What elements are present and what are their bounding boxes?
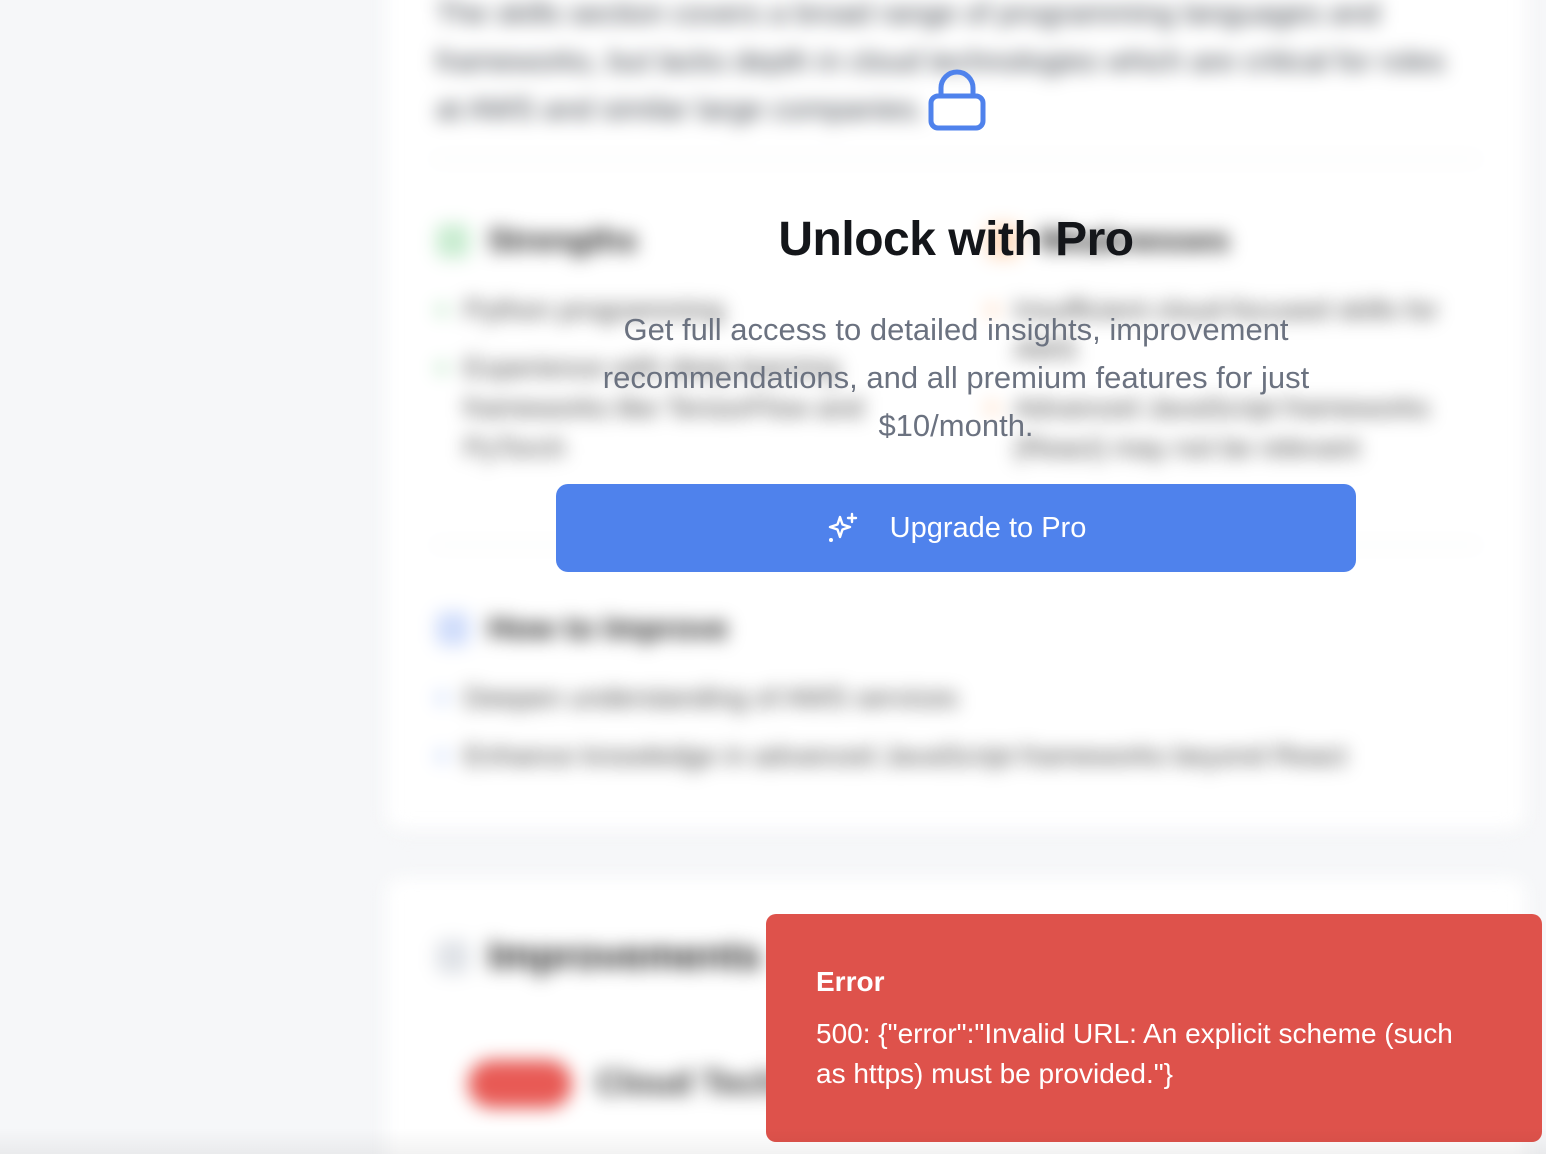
unlock-description: Get full access to detailed insights, im…: [602, 312, 1310, 443]
bottom-shadow: [0, 1128, 1546, 1154]
list-item: Enhance knowledge in advanced JavaScript…: [436, 736, 1476, 776]
upgrade-button-label: Upgrade to Pro: [889, 511, 1087, 544]
priority-pill: [468, 1060, 572, 1108]
sparkles-icon: [828, 512, 857, 542]
how-to-improve-heading: How to Improve: [436, 610, 728, 647]
upgrade-to-pro-button[interactable]: Upgrade to Pro: [556, 484, 1356, 572]
unlock-title: Unlock with Pro: [778, 213, 1134, 266]
toast-title: Error: [816, 966, 885, 997]
lock-icon: [928, 69, 986, 131]
page: The skills section covers a broad range …: [0, 0, 1546, 1154]
divider: [432, 158, 1480, 160]
improve-list: Deepen understanding of AWS services Enh…: [436, 678, 1476, 794]
check-circle-icon: [436, 223, 470, 258]
list-item: Deepen understanding of AWS services: [436, 678, 1476, 718]
how-to-improve-label: How to Improve: [488, 610, 729, 646]
improvements-heading: Improvements: [436, 934, 761, 979]
trend-up-icon: [436, 939, 470, 974]
toast-message: 500: {"error":"Invalid URL: An explicit …: [816, 1018, 1453, 1089]
trend-up-icon: [436, 611, 470, 646]
improvements-label: Improvements: [488, 934, 762, 978]
error-toast[interactable]: Error 500: {"error":"Invalid URL: An exp…: [766, 914, 1542, 1142]
